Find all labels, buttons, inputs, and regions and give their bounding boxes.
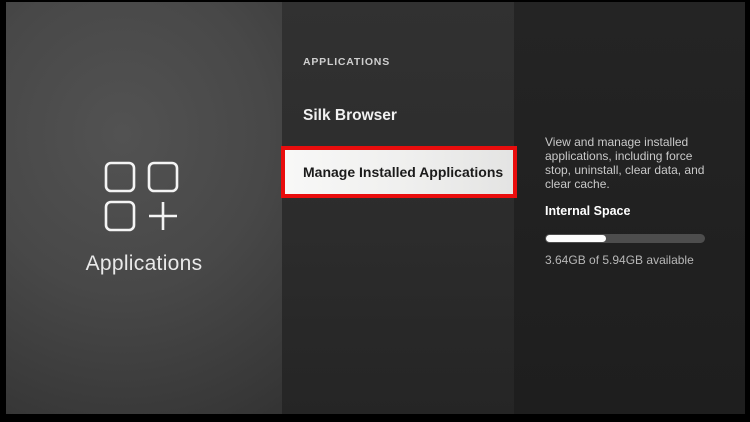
internal-space-title: Internal Space bbox=[545, 204, 631, 218]
apps-grid-plus-icon bbox=[104, 161, 180, 238]
menu-item-label: Manage Installed Applications bbox=[303, 164, 504, 180]
detail-panel: View and manage installed applications, … bbox=[514, 2, 745, 414]
menu-item-silk-browser[interactable]: Silk Browser bbox=[303, 108, 397, 124]
storage-progress-fill bbox=[546, 235, 607, 242]
category-panel: Applications bbox=[6, 2, 282, 414]
storage-available-text: 3.64GB of 5.94GB available bbox=[545, 253, 694, 267]
storage-progress-bar bbox=[545, 234, 705, 243]
category-label: Applications bbox=[85, 252, 203, 275]
menu-section-header: APPLICATIONS bbox=[303, 56, 390, 68]
description-line: View and manage installed bbox=[545, 135, 689, 149]
description-line: applications, including force bbox=[545, 149, 693, 163]
description-line: stop, uninstall, clear data, and bbox=[545, 163, 705, 177]
menu-panel: APPLICATIONS Silk Browser Manage Install… bbox=[281, 2, 517, 414]
menu-item-manage-installed-applications[interactable]: Manage Installed Applications bbox=[281, 146, 517, 198]
description-line: clear cache. bbox=[545, 177, 610, 191]
item-description: View and manage installed applications, … bbox=[545, 135, 704, 191]
